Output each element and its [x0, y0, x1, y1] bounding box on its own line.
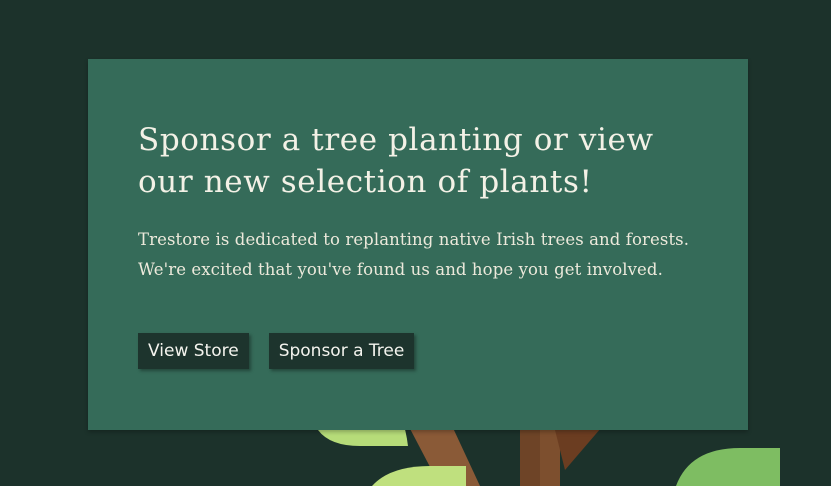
view-store-button[interactable]: View Store [138, 333, 249, 369]
leaf-lower-left [372, 466, 466, 486]
hero-description: Trestore is dedicated to replanting nati… [138, 230, 690, 279]
hero-card: Sponsor a tree planting or view our new … [88, 59, 748, 430]
sponsor-tree-button[interactable]: Sponsor a Tree [268, 333, 415, 369]
page: Sponsor a tree planting or view our new … [0, 0, 831, 486]
cta-button-group: View Store Sponsor a Tree [138, 333, 415, 369]
leaf-lower-right [676, 448, 780, 486]
hero-heading: Sponsor a tree planting or view our new … [138, 122, 654, 200]
